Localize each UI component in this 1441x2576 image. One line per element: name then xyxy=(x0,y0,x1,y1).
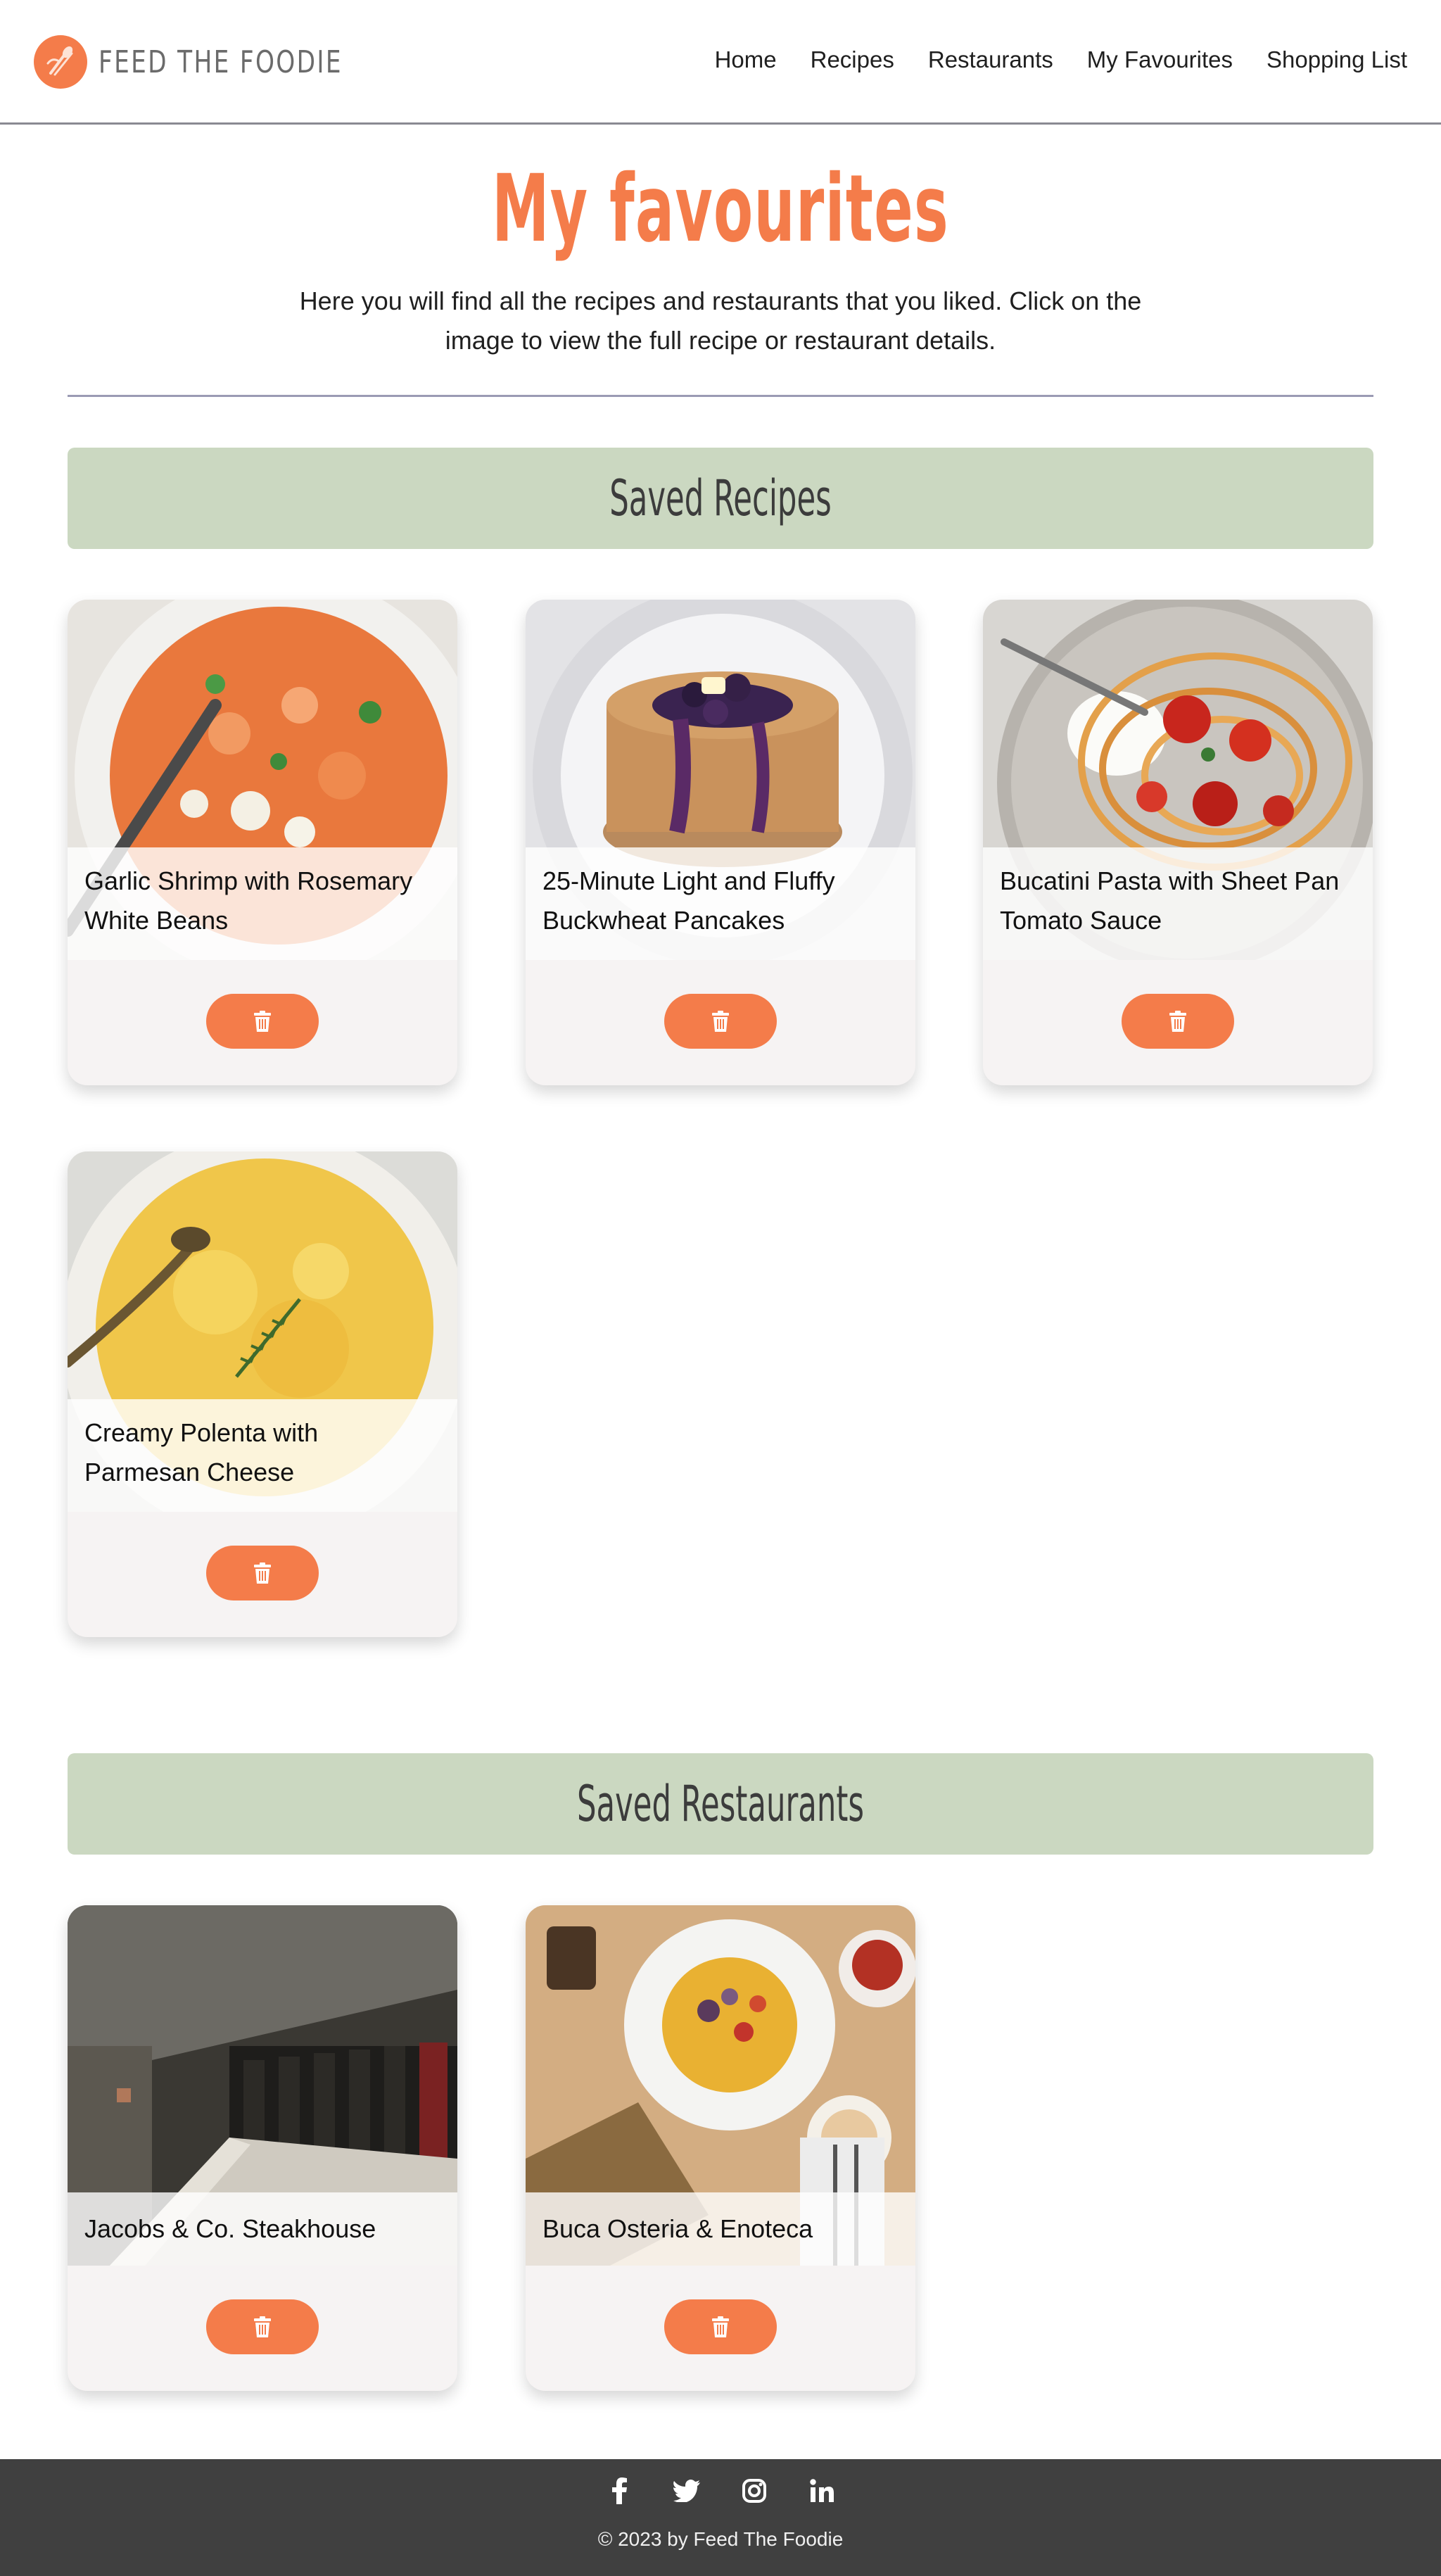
trash-icon xyxy=(254,1562,271,1584)
delete-button[interactable] xyxy=(664,994,777,1049)
section-divider xyxy=(68,395,1373,397)
trash-icon xyxy=(254,2316,271,2337)
brand-name: FEED THE FOODIE xyxy=(99,44,343,80)
brand-logo[interactable]: FEED THE FOODIE xyxy=(34,35,412,89)
trash-icon xyxy=(712,2316,729,2337)
delete-button[interactable] xyxy=(206,994,319,1049)
delete-button[interactable] xyxy=(206,1546,319,1600)
delete-button[interactable] xyxy=(206,2299,319,2354)
trash-icon xyxy=(254,1011,271,1032)
main-nav: Home Recipes Restaurants My Favourites S… xyxy=(715,46,1407,73)
site-header: FEED THE FOODIE Home Recipes Restaurants… xyxy=(0,0,1441,125)
facebook-icon[interactable] xyxy=(603,2475,635,2507)
recipe-card: Garlic Shrimp with Rosemary White Beans xyxy=(68,600,457,1085)
saved-recipes-heading: Saved Recipes xyxy=(609,469,832,527)
site-footer: © 2023 by Feed The Foodie xyxy=(0,2459,1441,2576)
saved-restaurants-heading: Saved Restaurants xyxy=(576,1775,865,1833)
nav-recipes[interactable]: Recipes xyxy=(811,46,894,73)
copyright-text: © 2023 by Feed The Foodie xyxy=(597,2528,844,2550)
saved-recipes-banner: Saved Recipes xyxy=(68,448,1373,549)
linkedin-icon[interactable] xyxy=(806,2475,838,2507)
restaurant-card: Buca Osteria & Enoteca xyxy=(526,1905,915,2391)
recipe-card: 25-Minute Light and Fluffy Buckwheat Pan… xyxy=(526,600,915,1085)
trash-icon xyxy=(1169,1011,1186,1032)
restaurant-name[interactable]: Buca Osteria & Enoteca xyxy=(526,2192,915,2266)
restaurant-card: Jacobs & Co. Steakhouse xyxy=(68,1905,457,2391)
recipe-name[interactable]: 25-Minute Light and Fluffy Buckwheat Pan… xyxy=(526,847,915,960)
recipe-name[interactable]: Creamy Polenta with Parmesan Cheese xyxy=(68,1399,457,1512)
trash-icon xyxy=(712,1011,729,1032)
social-links xyxy=(0,2475,1441,2507)
nav-my-favourites[interactable]: My Favourites xyxy=(1087,46,1233,73)
recipe-card: Bucatini Pasta with Sheet Pan Tomato Sau… xyxy=(983,600,1373,1085)
page-title: My favourites xyxy=(492,155,949,263)
nav-restaurants[interactable]: Restaurants xyxy=(928,46,1053,73)
instagram-icon[interactable] xyxy=(738,2475,770,2507)
logo-icon xyxy=(34,35,87,89)
nav-shopping-list[interactable]: Shopping List xyxy=(1267,46,1407,73)
delete-button[interactable] xyxy=(1122,994,1234,1049)
intro-text: Here you will find all the recipes and r… xyxy=(299,286,1142,355)
saved-restaurants-banner: Saved Restaurants xyxy=(68,1753,1373,1855)
nav-home[interactable]: Home xyxy=(715,46,777,73)
restaurant-name[interactable]: Jacobs & Co. Steakhouse xyxy=(68,2192,457,2266)
recipe-card: Creamy Polenta with Parmesan Cheese xyxy=(68,1151,457,1637)
recipe-name[interactable]: Garlic Shrimp with Rosemary White Beans xyxy=(68,847,457,960)
twitter-icon[interactable] xyxy=(671,2475,703,2507)
delete-button[interactable] xyxy=(664,2299,777,2354)
recipe-name[interactable]: Bucatini Pasta with Sheet Pan Tomato Sau… xyxy=(983,847,1373,960)
